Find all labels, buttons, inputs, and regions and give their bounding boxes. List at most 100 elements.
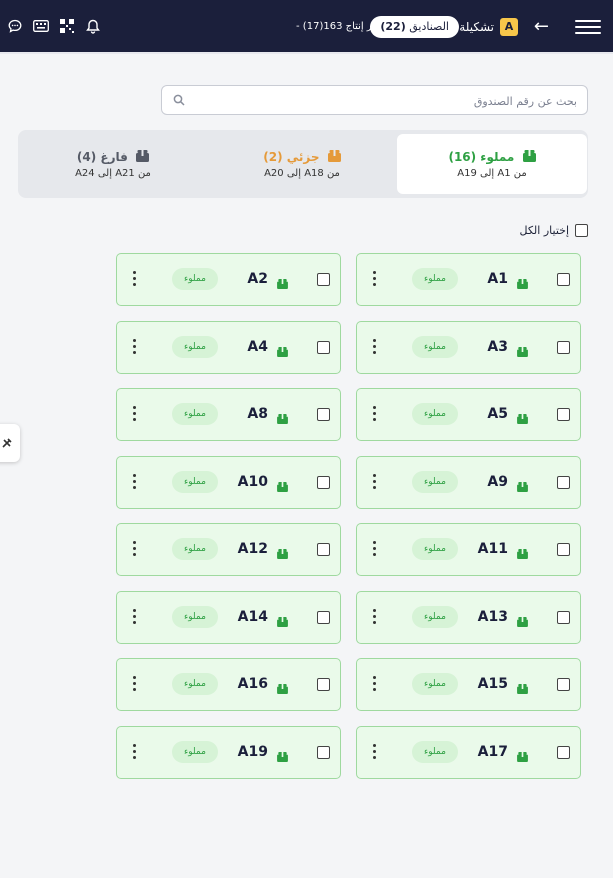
box-icon — [277, 409, 288, 428]
tab-empty-range: من A21 إلى A24 — [75, 168, 151, 179]
more-options-icon[interactable] — [133, 743, 137, 760]
box-checkbox[interactable] — [557, 273, 570, 286]
status-badge: مملوء — [412, 673, 458, 695]
box-card[interactable]: A16 مملوء — [116, 658, 341, 711]
box-name: A13 — [477, 608, 508, 625]
chat-icon[interactable] — [6, 17, 24, 35]
box-icon — [517, 342, 528, 361]
tab-partial-label: جزئي (2) — [263, 150, 320, 164]
boxes-count-pill[interactable]: (22) الصناديق — [370, 16, 459, 38]
box-checkbox[interactable] — [317, 678, 330, 691]
more-options-icon[interactable] — [373, 743, 377, 760]
box-checkbox[interactable] — [557, 543, 570, 556]
select-all-label: إختيار الكل — [519, 223, 569, 237]
box-icon — [277, 679, 288, 698]
status-badge: مملوء — [412, 335, 458, 358]
box-icon — [277, 747, 288, 766]
box-icon — [277, 274, 288, 293]
menu-icon[interactable] — [575, 20, 601, 34]
bell-icon[interactable] — [84, 17, 102, 35]
tab-full-range: من A1 إلى A19 — [457, 168, 527, 179]
status-badge: مملوء — [172, 403, 218, 425]
side-tools-handle[interactable] — [0, 424, 20, 462]
status-badge: مملوء — [412, 470, 458, 493]
box-card[interactable]: A10 مملوء — [116, 455, 341, 509]
box-name: A5 — [487, 406, 508, 422]
box-card[interactable]: A17 مملوء — [356, 725, 581, 779]
tab-full-label: مملوء (16) — [448, 150, 515, 164]
letter-badge: A — [500, 18, 518, 36]
box-name: A16 — [237, 676, 268, 692]
box-checkbox[interactable] — [557, 610, 570, 624]
tab-partial[interactable]: جزئي (2) من A18 إلى A20 — [207, 134, 397, 194]
more-options-icon[interactable] — [133, 473, 137, 490]
box-checkbox[interactable] — [317, 475, 330, 489]
box-card[interactable]: A12 مملوء — [116, 523, 341, 576]
tab-partial-range: من A18 إلى A20 — [264, 168, 340, 179]
qr-code-icon[interactable] — [58, 17, 76, 35]
box-checkbox[interactable] — [557, 745, 570, 759]
box-name: A10 — [237, 473, 268, 490]
box-checkbox[interactable] — [317, 408, 330, 421]
more-options-icon[interactable] — [373, 271, 377, 287]
more-options-icon[interactable] — [373, 676, 377, 692]
box-card[interactable]: A1 مملوء — [356, 253, 581, 306]
tab-empty[interactable]: فارغ (4) من A21 إلى A24 — [18, 134, 208, 194]
more-options-icon[interactable] — [133, 271, 137, 287]
more-options-icon[interactable] — [373, 406, 377, 422]
search-input[interactable] — [192, 92, 577, 110]
page-title: تشكيلة — [459, 20, 494, 34]
box-checkbox[interactable] — [557, 678, 570, 691]
box-name: A11 — [477, 541, 508, 557]
box-card[interactable]: A14 مملوء — [116, 590, 341, 644]
status-badge: مملوء — [412, 403, 458, 425]
box-checkbox[interactable] — [557, 408, 570, 421]
box-card[interactable]: A13 مملوء — [356, 590, 581, 644]
box-name: A17 — [477, 743, 508, 760]
more-options-icon[interactable] — [133, 338, 137, 355]
more-options-icon[interactable] — [133, 608, 137, 625]
select-all-checkbox[interactable] — [575, 223, 588, 237]
box-card[interactable]: A4 مملوء — [116, 320, 341, 374]
status-badge: مملوء — [172, 538, 218, 560]
box-icon — [517, 274, 528, 293]
more-options-icon[interactable] — [133, 541, 137, 557]
production-order: - أمر إنتاج 163(17) — [296, 21, 381, 32]
box-checkbox[interactable] — [317, 340, 330, 354]
more-options-icon[interactable] — [373, 338, 377, 355]
box-name: A3 — [487, 338, 508, 355]
tab-empty-label: فارغ (4) — [76, 150, 128, 164]
box-name: A9 — [487, 473, 508, 490]
box-icon — [517, 679, 528, 698]
more-options-icon[interactable] — [373, 541, 377, 557]
box-card[interactable]: A8 مملوء — [116, 388, 341, 441]
box-card[interactable]: A9 مملوء — [356, 455, 581, 509]
box-card[interactable]: A15 مملوء — [356, 658, 581, 711]
box-card[interactable]: A5 مملوء — [356, 388, 581, 441]
box-checkbox[interactable] — [557, 475, 570, 489]
box-checkbox[interactable] — [557, 340, 570, 354]
more-options-icon[interactable] — [133, 676, 137, 692]
more-options-icon[interactable] — [373, 473, 377, 490]
box-icon — [277, 612, 288, 631]
select-all[interactable]: إختيار الكل — [520, 223, 588, 237]
status-badge: مملوء — [172, 470, 218, 493]
box-checkbox[interactable] — [317, 745, 330, 759]
box-icon — [277, 544, 288, 563]
back-arrow-icon[interactable]: ← — [534, 16, 549, 37]
more-options-icon[interactable] — [133, 406, 137, 422]
status-badge: مملوء — [412, 740, 458, 763]
tools-icon — [2, 438, 12, 448]
box-icon — [517, 544, 528, 563]
box-checkbox[interactable] — [317, 543, 330, 556]
box-icon — [517, 747, 528, 766]
box-card[interactable]: A11 مملوء — [356, 523, 581, 576]
box-checkbox[interactable] — [317, 610, 330, 624]
more-options-icon[interactable] — [373, 608, 377, 625]
box-card[interactable]: A2 مملوء — [116, 253, 341, 306]
tab-full[interactable]: مملوء (16) من A1 إلى A19 — [397, 134, 587, 194]
keyboard-icon[interactable] — [32, 17, 50, 35]
box-card[interactable]: A3 مملوء — [356, 320, 581, 374]
box-checkbox[interactable] — [317, 273, 330, 286]
box-card[interactable]: A19 مملوء — [116, 725, 341, 779]
